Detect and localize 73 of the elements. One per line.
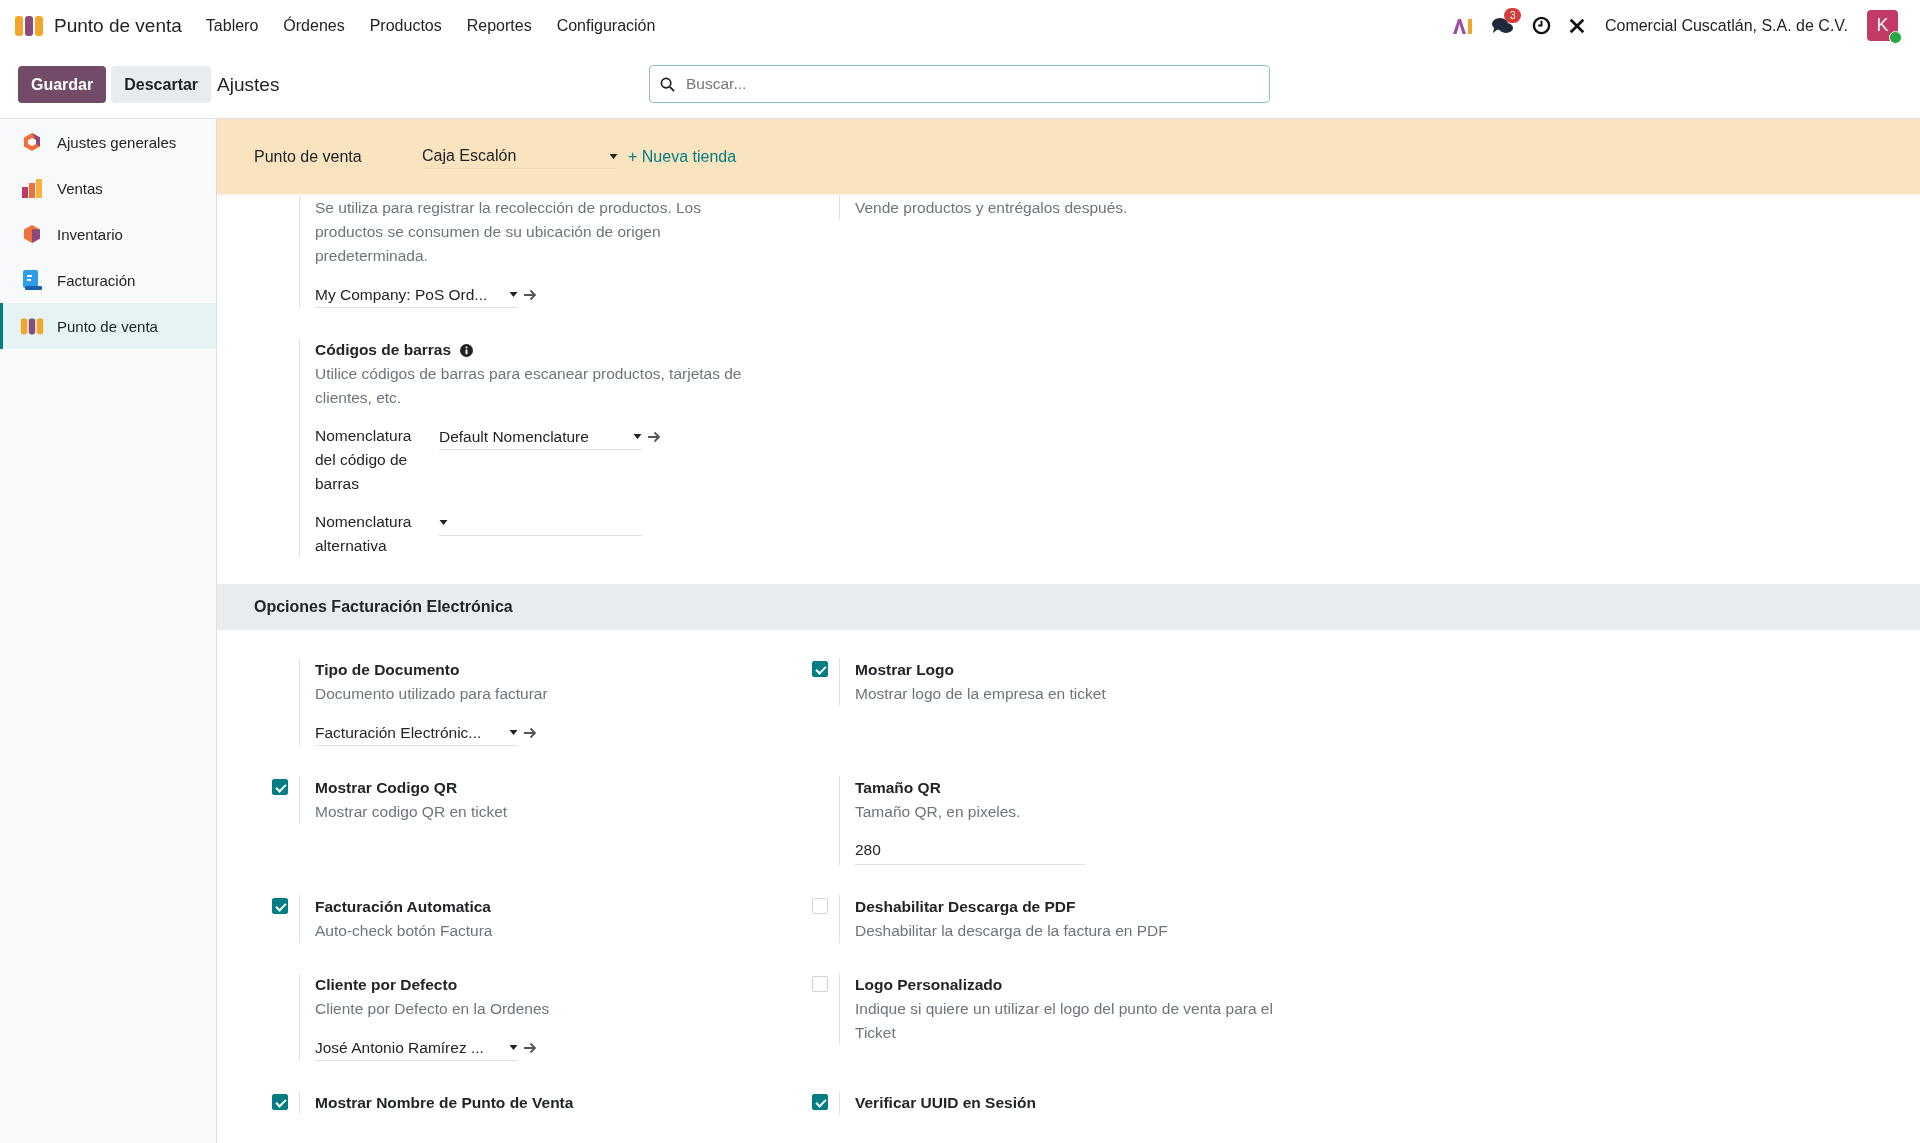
- dropdown-field[interactable]: Default Nomenclature: [439, 424, 642, 450]
- setting-title: Mostrar Logo: [855, 660, 955, 680]
- menu-item[interactable]: Configuración: [556, 16, 656, 35]
- ai-icon[interactable]: [1451, 17, 1474, 34]
- notification-badge: 3: [1503, 7, 1522, 23]
- caret-icon: [633, 434, 642, 439]
- app-name[interactable]: Punto de venta: [54, 14, 182, 37]
- setting-title: Logo Personalizado: [855, 975, 1003, 995]
- arrow-right-icon[interactable]: [523, 727, 537, 739]
- save-button[interactable]: Guardar: [18, 66, 107, 103]
- dropdown-field[interactable]: Facturación Electrónic...: [315, 720, 518, 746]
- setting-description: Utilice códigos de barras para escanear productos, tarjetas de clientes, etc.: [315, 364, 743, 408]
- new-store-link[interactable]: + Nueva tienda: [628, 147, 737, 166]
- setting-title: Tipo de Documento: [315, 660, 460, 680]
- sidebar-item[interactable]: Ajustes generales: [0, 119, 216, 165]
- search-field[interactable]: Buscar...: [649, 65, 1270, 103]
- field-label: Nomenclatura alternativa: [315, 512, 412, 556]
- field-label: Nomenclatura del código de barras: [315, 426, 412, 494]
- setting-description: Cliente por Defecto en la Ordenes: [315, 999, 551, 1019]
- caret-icon: [509, 292, 518, 297]
- setting-description: Mostrar logo de la empresa en ticket: [855, 684, 1107, 704]
- breadcrumb: Ajustes: [217, 73, 280, 96]
- checkbox[interactable]: [812, 1094, 828, 1110]
- discard-button[interactable]: Descartar: [111, 66, 212, 103]
- setting-description: Tamaño QR, en pixeles.: [855, 802, 1022, 822]
- dropdown-field[interactable]: José Antonio Ramírez ...: [315, 1035, 518, 1061]
- caret-icon: [609, 153, 618, 159]
- setting-title: Códigos de barras: [315, 340, 452, 360]
- arrow-right-icon[interactable]: [523, 1042, 537, 1054]
- document-icon: [20, 269, 44, 291]
- sidebar-item[interactable]: Ventas: [0, 165, 216, 211]
- setting-title: Deshabilitar Descarga de PDF: [855, 897, 1076, 917]
- setting-description: Auto-check botón Factura: [315, 921, 494, 941]
- online-status-dot: [1889, 31, 1902, 44]
- setting-title: Verificar UUID en Sesión: [855, 1093, 1036, 1113]
- arrow-right-icon[interactable]: [647, 431, 661, 443]
- caret-icon: [509, 730, 518, 735]
- store-label: Punto de venta: [254, 147, 363, 166]
- awning-icon[interactable]: [14, 14, 44, 37]
- checkbox[interactable]: [812, 661, 828, 677]
- setting-title: Mostrar Nombre de Punto de Venta: [315, 1093, 574, 1113]
- bar-chart-icon: [20, 178, 44, 198]
- menu-item[interactable]: Productos: [369, 16, 442, 35]
- section-header: Opciones Facturación Electrónica: [217, 584, 1920, 630]
- store-select[interactable]: Caja Escalón: [422, 144, 618, 169]
- setting-description: Indique si quiere un utilizar el logo del punto de venta para el Ticket: [855, 999, 1274, 1043]
- setting-title: Facturación Automatica: [315, 897, 491, 917]
- menu-item[interactable]: Tablero: [205, 16, 259, 35]
- menu-item[interactable]: Reportes: [466, 16, 532, 35]
- setting-description: Deshabilitar la descarga de la factura en PDF: [855, 921, 1169, 941]
- search-icon: [660, 77, 675, 92]
- awning-icon: [20, 316, 44, 336]
- setting-title: Mostrar Codigo QR: [315, 778, 458, 798]
- caret-icon: [509, 1045, 518, 1050]
- input-field[interactable]: 280: [855, 838, 1085, 865]
- setting-title: Tamaño QR: [855, 778, 941, 798]
- setting-description: Se utiliza para registrar la recolección de productos. Los productos se consumen de su ubicación de origen predeterminada.: [315, 198, 702, 266]
- caret-icon: [439, 520, 448, 525]
- setting-description: Documento utilizado para facturar: [315, 684, 549, 704]
- setting-description: Vende productos y entrégalos después.: [855, 198, 1129, 218]
- sidebar-item[interactable]: Inventario: [0, 211, 216, 257]
- checkbox[interactable]: [272, 1094, 288, 1110]
- sidebar-item[interactable]: Facturación: [0, 257, 216, 303]
- clock-icon[interactable]: [1531, 16, 1551, 35]
- dropdown-field[interactable]: My Company: PoS Ord...: [315, 282, 518, 308]
- sidebar-item[interactable]: Punto de venta: [0, 303, 216, 349]
- checkbox[interactable]: [272, 779, 288, 795]
- menu-item[interactable]: Órdenes: [283, 16, 345, 35]
- arrow-right-icon[interactable]: [523, 289, 537, 301]
- checkbox[interactable]: [272, 898, 288, 914]
- setting-title: Cliente por Defecto: [315, 975, 458, 995]
- setting-description: Mostrar codigo QR en ticket: [315, 802, 509, 822]
- company-name[interactable]: Comercial Cuscatlán, S.A. de C.V.: [1604, 16, 1848, 35]
